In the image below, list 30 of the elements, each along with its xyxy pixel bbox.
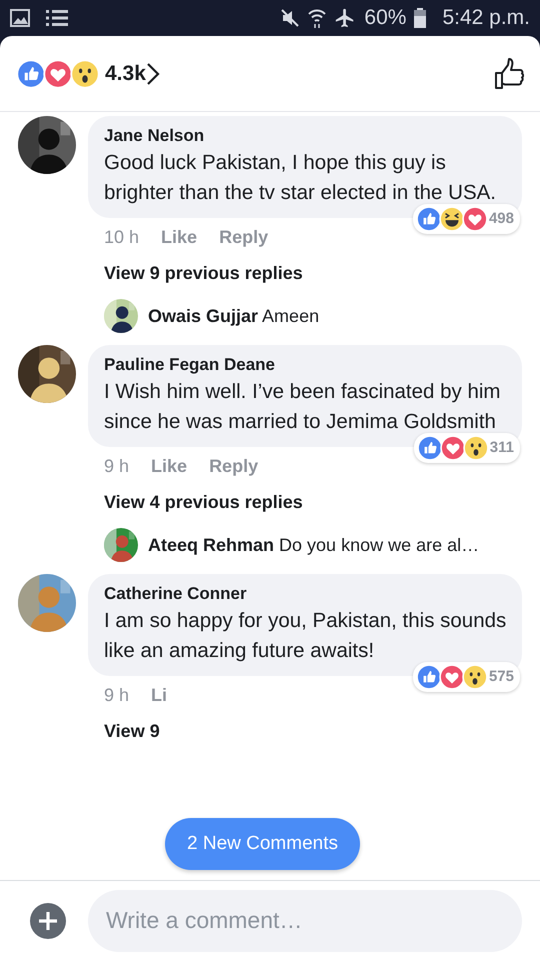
view-replies-link[interactable]: View 4 previous replies (104, 489, 303, 516)
mute-icon (280, 8, 300, 28)
timestamp: 9 h (104, 455, 130, 478)
like-icon[interactable] (494, 58, 524, 90)
image-icon (10, 9, 30, 27)
clock: 5:42 p.m. (442, 5, 530, 32)
battery-icon (414, 8, 426, 28)
view-replies-link[interactable]: View 9 (104, 718, 160, 745)
list-icon (46, 9, 68, 27)
reaction-count[interactable]: 4.3k (105, 58, 146, 90)
commenter-name[interactable]: Catherine Conner (104, 582, 508, 606)
comment-field[interactable]: Write a comment… (88, 890, 522, 952)
add-icon[interactable] (30, 902, 66, 938)
comment-text: I am so happy for you, Pakistan, this sounds like an amazing future awaits! (104, 608, 508, 664)
love-reaction-icon (43, 58, 73, 88)
commenter-name[interactable]: Jane Nelson (104, 124, 508, 148)
timestamp: 9 h (104, 684, 130, 707)
wifi-icon (308, 8, 326, 28)
comment-text: I Wish him well. I’ve been fascinated by him since he was married to Jemima Goldsmith (104, 379, 502, 435)
timestamp: 10 h (104, 226, 140, 249)
like-reaction-icon (16, 58, 46, 88)
battery-percent: 60% (364, 5, 406, 32)
commenter-name[interactable]: Pauline Fegan Deane (104, 353, 508, 377)
reply-preview[interactable]: Ateeq Rehman Do you know we are al… (148, 532, 480, 558)
reply-preview[interactable]: Owais Gujjar Ameen (148, 302, 320, 330)
view-replies-link[interactable]: View 9 previous replies (104, 260, 303, 287)
comment-text: Good luck Pakistan, I hope this guy is brighter than the tv star elected in the USA. (104, 150, 497, 206)
airplane-icon (334, 7, 356, 29)
chevron-right-icon[interactable] (146, 62, 160, 86)
wow-reaction-icon (70, 58, 100, 88)
